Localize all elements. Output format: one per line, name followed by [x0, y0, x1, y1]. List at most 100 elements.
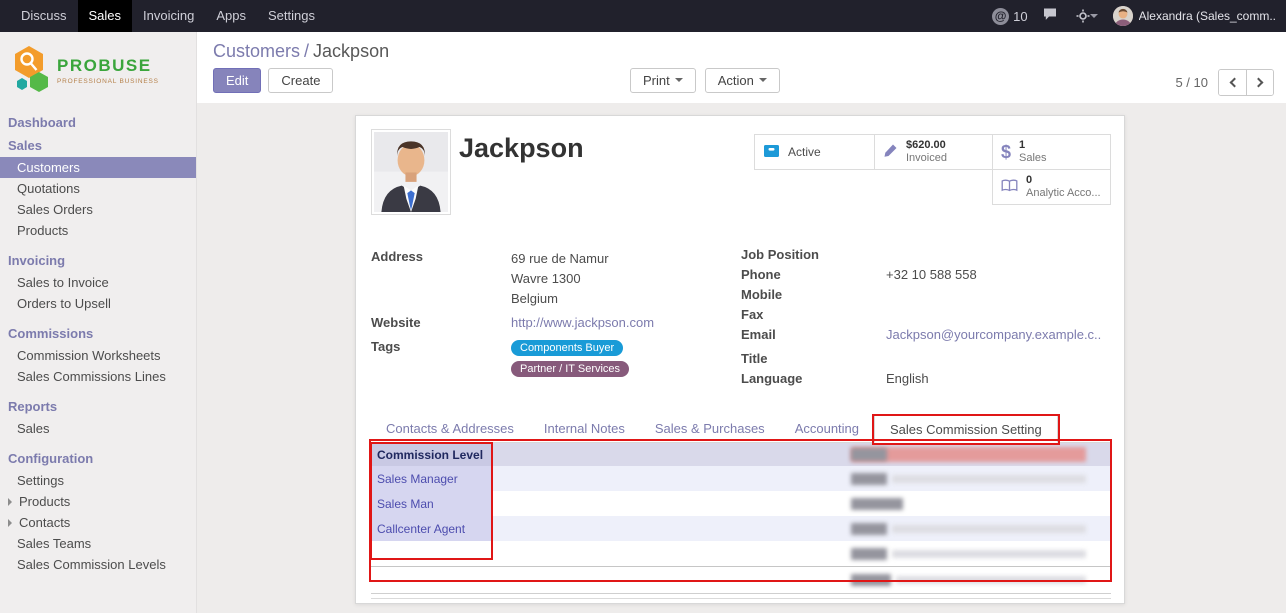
address-line: 69 rue de Namur	[511, 249, 731, 269]
systray-gear-icon[interactable]	[1076, 9, 1098, 23]
redacted-content	[851, 448, 887, 461]
tab-sales-commission-setting[interactable]: Sales Commission Setting	[874, 415, 1058, 443]
tag-partner-it-services: Partner / IT Services	[511, 361, 629, 377]
sidebar-item-sales-orders[interactable]: Sales Orders	[0, 199, 196, 220]
invoiced-label: Invoiced	[906, 152, 947, 165]
menu-apps[interactable]: Apps	[205, 0, 257, 32]
mention-counter[interactable]: @ 10	[992, 8, 1027, 25]
sidebar-item-config-products[interactable]: Products	[0, 491, 196, 512]
sales-stat-button[interactable]: $ 1 Sales	[992, 134, 1111, 170]
right-field-group: Job Position Phone +32 10 588 558 Mobile…	[741, 247, 1109, 391]
table-header-row: Commission Level	[371, 443, 1111, 466]
customer-form-sheet: Jackpson Active $620.00 Invoiced $ 1 Sal…	[355, 115, 1125, 604]
breadcrumb-separator: /	[304, 41, 309, 61]
email-link[interactable]: Jackpson@yourcompany.example.c..	[886, 327, 1109, 344]
email-label: Email	[741, 327, 886, 344]
pager-previous-button[interactable]	[1219, 70, 1246, 95]
table-row-empty	[371, 541, 1111, 566]
tab-contacts-addresses[interactable]: Contacts & Addresses	[371, 415, 529, 442]
edit-button[interactable]: Edit	[213, 68, 261, 93]
address-line: Belgium	[511, 289, 731, 309]
active-stat-button[interactable]: Active	[754, 134, 875, 170]
website-link[interactable]: http://www.jackpson.com	[511, 315, 731, 330]
sidebar-heading-reports[interactable]: Reports	[0, 395, 196, 418]
analytic-count: 0	[1026, 174, 1101, 187]
user-menu[interactable]: Alexandra (Sales_comm..	[1113, 6, 1276, 26]
table-row[interactable]: Sales Man	[371, 491, 1111, 516]
sidebar-item-settings[interactable]: Settings	[0, 470, 196, 491]
redacted-content	[851, 473, 887, 485]
mobile-label: Mobile	[741, 287, 886, 304]
sidebar-item-config-contacts[interactable]: Contacts	[0, 512, 196, 533]
menu-invoicing[interactable]: Invoicing	[132, 0, 205, 32]
print-dropdown-button[interactable]: Print	[630, 68, 696, 93]
chevron-left-icon	[1229, 78, 1239, 88]
menu-discuss[interactable]: Discuss	[10, 0, 78, 32]
sidebar-heading-commissions[interactable]: Commissions	[0, 322, 196, 345]
notebook-tabs: Contacts & Addresses Internal Notes Sale…	[371, 415, 1111, 443]
sidebar-item-commission-worksheets[interactable]: Commission Worksheets	[0, 345, 196, 366]
sales-label: Sales	[1019, 152, 1047, 165]
sidebar-item-sales-to-invoice[interactable]: Sales to Invoice	[0, 272, 196, 293]
analytic-stat-button[interactable]: 0 Analytic Acco...	[992, 169, 1111, 205]
sidebar-item-sales-commissions-lines[interactable]: Sales Commissions Lines	[0, 366, 196, 387]
chevron-right-icon	[8, 519, 16, 527]
sidebar-heading-sales[interactable]: Sales	[0, 134, 196, 157]
sidebar-heading-invoicing[interactable]: Invoicing	[0, 249, 196, 272]
messages-icon[interactable]	[1043, 7, 1061, 25]
sidebar-heading-configuration[interactable]: Configuration	[0, 447, 196, 470]
commission-level-cell[interactable]: Sales Man	[371, 491, 491, 516]
redacted-content	[851, 548, 887, 560]
breadcrumb-customers[interactable]: Customers	[213, 41, 300, 61]
website-label: Website	[371, 315, 511, 330]
job-position-value	[886, 247, 1109, 264]
sidebar-item-orders-to-upsell[interactable]: Orders to Upsell	[0, 293, 196, 314]
left-field-group: Address 69 rue de Namur Wavre 1300 Belgi…	[371, 249, 731, 387]
title-value	[886, 351, 1109, 368]
tab-internal-notes[interactable]: Internal Notes	[529, 415, 640, 442]
tab-accounting[interactable]: Accounting	[780, 415, 874, 442]
systray-caret-icon	[1090, 14, 1098, 22]
mention-count: 10	[1013, 9, 1027, 24]
sidebar-item-reports-sales[interactable]: Sales	[0, 418, 196, 439]
stat-button-group: Active $620.00 Invoiced $ 1 Sales 0	[754, 134, 1111, 204]
fax-value	[886, 307, 1109, 324]
language-label: Language	[741, 371, 886, 388]
create-button[interactable]: Create	[268, 68, 333, 93]
book-icon	[1001, 179, 1018, 196]
sidebar-item-sales-teams[interactable]: Sales Teams	[0, 533, 196, 554]
menu-sales[interactable]: Sales	[78, 0, 133, 32]
sidebar-item-sales-commission-levels[interactable]: Sales Commission Levels	[0, 554, 196, 575]
commission-level-cell[interactable]: Sales Manager	[371, 466, 491, 491]
top-navbar: Discuss Sales Invoicing Apps Settings @ …	[0, 0, 1286, 32]
pager-next-button[interactable]	[1246, 70, 1273, 95]
user-avatar	[1113, 6, 1133, 26]
sidebar-heading-dashboard[interactable]: Dashboard	[0, 111, 196, 134]
action-dropdown-button[interactable]: Action	[705, 68, 780, 93]
redacted-content	[851, 574, 891, 586]
sidebar: PROBUSE PROFESSIONAL BUSINESS Dashboard …	[0, 32, 197, 613]
tab-sales-purchases[interactable]: Sales & Purchases	[640, 415, 780, 442]
commission-level-header[interactable]: Commission Level	[371, 443, 491, 466]
invoiced-stat-button[interactable]: $620.00 Invoiced	[874, 134, 993, 170]
commission-level-cell[interactable]: Callcenter Agent	[371, 516, 491, 541]
control-panel: Customers/Jackpson Edit Create Print Act…	[197, 32, 1286, 103]
user-name: Alexandra (Sales_comm..	[1139, 9, 1276, 23]
sidebar-item-label: Products	[19, 494, 70, 509]
table-row[interactable]: Sales Manager	[371, 466, 1111, 491]
chevron-right-icon	[1254, 78, 1264, 88]
sidebar-item-products[interactable]: Products	[0, 220, 196, 241]
customer-name: Jackpson	[459, 133, 584, 164]
menu-settings[interactable]: Settings	[257, 0, 326, 32]
caret-down-icon	[675, 78, 683, 86]
phone-value: +32 10 588 558	[886, 267, 1109, 284]
sidebar-item-customers[interactable]: Customers	[0, 157, 196, 178]
table-row[interactable]: Callcenter Agent	[371, 516, 1111, 541]
phone-label: Phone	[741, 267, 886, 284]
redacted-content	[851, 498, 903, 510]
sidebar-item-quotations[interactable]: Quotations	[0, 178, 196, 199]
address-line: Wavre 1300	[511, 269, 731, 289]
logo-title: PROBUSE	[57, 56, 159, 76]
address-value: 69 rue de Namur Wavre 1300 Belgium	[511, 249, 731, 309]
tags-label: Tags	[371, 339, 511, 381]
